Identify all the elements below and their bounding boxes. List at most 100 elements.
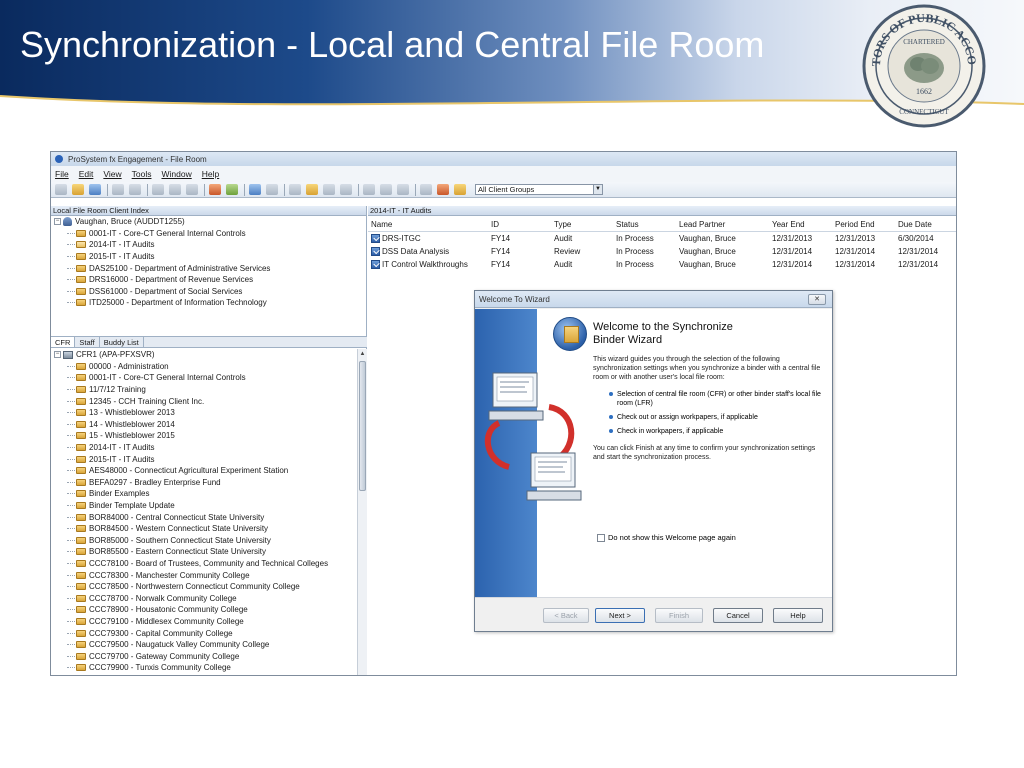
menu-view[interactable]: View	[103, 169, 121, 179]
toolbar-email-icon[interactable]	[397, 184, 409, 195]
tree-row[interactable]: CCC79700 - Gateway Community College	[51, 650, 367, 662]
tree-row[interactable]: CCC79900 - Tunxis Community College	[51, 662, 367, 674]
tree-row[interactable]: CCC79500 - Naugatuck Valley Community Co…	[51, 639, 367, 651]
tree-row[interactable]: BOR84500 - Western Connecticut State Uni…	[51, 523, 367, 535]
next-button[interactable]: Next >	[595, 608, 645, 623]
toolbar-sync-icon[interactable]	[89, 184, 101, 195]
menu-edit[interactable]: Edit	[79, 169, 94, 179]
toolbar-paste-icon[interactable]	[186, 184, 198, 195]
table-row[interactable]: DRS-ITGC FY14 Audit In Process Vaughan, Bruc…	[368, 232, 956, 245]
help-button[interactable]: Help	[773, 608, 823, 623]
menu-window[interactable]: Window	[161, 169, 191, 179]
toolbar-workpaper-icon[interactable]	[249, 184, 261, 195]
tab-cfr[interactable]: CFR	[51, 337, 76, 347]
table-row[interactable]: IT Control Walkthroughs FY14 Audit In Proce…	[368, 258, 956, 271]
tree-row[interactable]: ITD25000 - Department of Information Tec…	[51, 297, 366, 309]
toolbar-document-icon[interactable]	[266, 184, 278, 195]
tree-row[interactable]: 0001-IT - Core-CT General Internal Contr…	[51, 372, 367, 384]
menu-help[interactable]: Help	[202, 169, 219, 179]
toolbar-upload-icon[interactable]	[363, 184, 375, 195]
tree-row[interactable]: 13 - Whistleblower 2013	[51, 407, 367, 419]
scroll-thumb[interactable]	[359, 361, 366, 491]
chevron-down-icon[interactable]: ▼	[593, 185, 602, 194]
toolbar-new-icon[interactable]	[55, 184, 67, 195]
column-header[interactable]: Type	[551, 220, 613, 229]
toolbar-cut-icon[interactable]	[152, 184, 164, 195]
tree-row[interactable]: 2014-IT - IT Audits	[51, 239, 366, 251]
tree-row[interactable]: AES48000 - Connecticut Agricultural Expe…	[51, 465, 367, 477]
column-header[interactable]: Lead Partner	[676, 220, 769, 229]
cfr-root-row[interactable]: − CFR1 (APA-PFXSVR)	[51, 349, 367, 361]
toolbar: All Client Groups ▼	[51, 182, 956, 198]
toolbar-copy-icon[interactable]	[169, 184, 181, 195]
tree-row[interactable]: Binder Template Update	[51, 500, 367, 512]
toolbar-refresh-icon[interactable]	[340, 184, 352, 195]
finish-button[interactable]: Finish	[655, 608, 703, 623]
slide: Synchronization - Local and Central File…	[0, 0, 1024, 768]
toolbar-user-icon[interactable]	[380, 184, 392, 195]
toolbar-print-icon[interactable]	[323, 184, 335, 195]
tree-row[interactable]: BOR85500 - Eastern Connecticut State Uni…	[51, 546, 367, 558]
toolbar-check-in-icon[interactable]	[226, 184, 238, 195]
toolbar-open-icon[interactable]	[72, 184, 84, 195]
scroll-up-icon[interactable]: ▲	[358, 349, 367, 359]
tree-connector	[67, 400, 75, 402]
welcome-checkbox[interactable]	[597, 533, 605, 542]
column-header[interactable]: Year End	[769, 220, 832, 229]
tree-row[interactable]: 11/7/12 Training	[51, 384, 367, 396]
column-header[interactable]: Name	[368, 220, 488, 229]
tree-row[interactable]: CCC78300 - Manchester Community College	[51, 569, 367, 581]
client-groups-select[interactable]: All Client Groups ▼	[475, 184, 603, 195]
tree-row[interactable]: CCC78100 - Board of Trustees, Community …	[51, 558, 367, 570]
cancel-button[interactable]: Cancel	[713, 608, 763, 623]
tree-row[interactable]: CCC79300 - Capital Community College	[51, 627, 367, 639]
menu-file[interactable]: File	[55, 169, 69, 179]
toolbar-binder-icon[interactable]	[454, 184, 466, 195]
tree-row[interactable]: BOR85000 - Southern Connecticut State Un…	[51, 535, 367, 547]
column-header[interactable]: ID	[488, 220, 551, 229]
toolbar-properties-icon[interactable]	[129, 184, 141, 195]
column-header[interactable]: Due Date	[895, 220, 955, 229]
column-header[interactable]: Period End	[832, 220, 895, 229]
binder-grid: Name ID Type Status Lead Partner Year End Peri…	[368, 217, 956, 271]
tree-row[interactable]: CCC78700 - Norwalk Community College	[51, 592, 367, 604]
toolbar-edit-icon[interactable]	[112, 184, 124, 195]
tree-row[interactable]: CCC78900 - Housatonic Community College	[51, 604, 367, 616]
cfr-scrollbar[interactable]: ▲	[357, 349, 367, 675]
tab-buddy-list[interactable]: Buddy List	[100, 337, 144, 347]
close-icon[interactable]: ✕	[808, 294, 826, 305]
tree-row[interactable]: DSS61000 - Department of Social Services	[51, 286, 366, 298]
tree-row[interactable]: 00000 - Administration	[51, 361, 367, 373]
column-header[interactable]: Status	[613, 220, 676, 229]
tree-row[interactable]: 12345 - CCH Training Client Inc.	[51, 395, 367, 407]
tree-row[interactable]: DRS16000 - Department of Revenue Service…	[51, 274, 366, 286]
tree-row[interactable]: 0001-IT - Core-CT General Internal Contr…	[51, 228, 366, 240]
tree-row[interactable]: BEFA0297 - Bradley Enterprise Fund	[51, 477, 367, 489]
collapse-icon[interactable]: −	[54, 351, 61, 359]
toolbar-help-icon[interactable]	[437, 184, 449, 195]
tree-row[interactable]: 15 - Whistleblower 2015	[51, 430, 367, 442]
tree-row[interactable]: CCC78500 - Northwestern Connecticut Comm…	[51, 581, 367, 593]
tree-row[interactable]: DAS25100 - Department of Administrative …	[51, 262, 366, 274]
toolbar-window-icon[interactable]	[420, 184, 432, 195]
tree-row[interactable]: 2015-IT - IT Audits	[51, 251, 366, 263]
toolbar-gear-icon[interactable]	[289, 184, 301, 195]
tree-row[interactable]: 2014-IT - IT Audits	[51, 442, 367, 454]
table-row[interactable]: DSS Data Analysis FY14 Review In Process Vau…	[368, 245, 956, 258]
wizard-title: Welcome To Wizard	[479, 294, 550, 304]
toolbar-check-out-icon[interactable]	[209, 184, 221, 195]
tab-staff[interactable]: Staff	[75, 337, 100, 347]
back-button[interactable]: < Back	[543, 608, 589, 623]
menu-tools[interactable]: Tools	[132, 169, 152, 179]
tree-row[interactable]: BOR84000 - Central Connecticut State Uni…	[51, 511, 367, 523]
toolbar-folder-icon[interactable]	[306, 184, 318, 195]
tree-row[interactable]: − Vaughan, Bruce (AUDDT1255)	[51, 216, 366, 228]
tree-row[interactable]: CCC79100 - Middlesex Community College	[51, 616, 367, 628]
tree-item-label: CCC78900 - Housatonic Community College	[89, 605, 248, 615]
welcome-checkbox-row[interactable]: Do not show this Welcome page again	[597, 533, 736, 542]
collapse-icon[interactable]: −	[54, 218, 61, 226]
tree-row[interactable]: 2015-IT - IT Audits	[51, 453, 367, 465]
tree-row[interactable]: 14 - Whistleblower 2014	[51, 419, 367, 431]
tree-row[interactable]: Binder Examples	[51, 488, 367, 500]
tree-connector	[67, 279, 75, 281]
